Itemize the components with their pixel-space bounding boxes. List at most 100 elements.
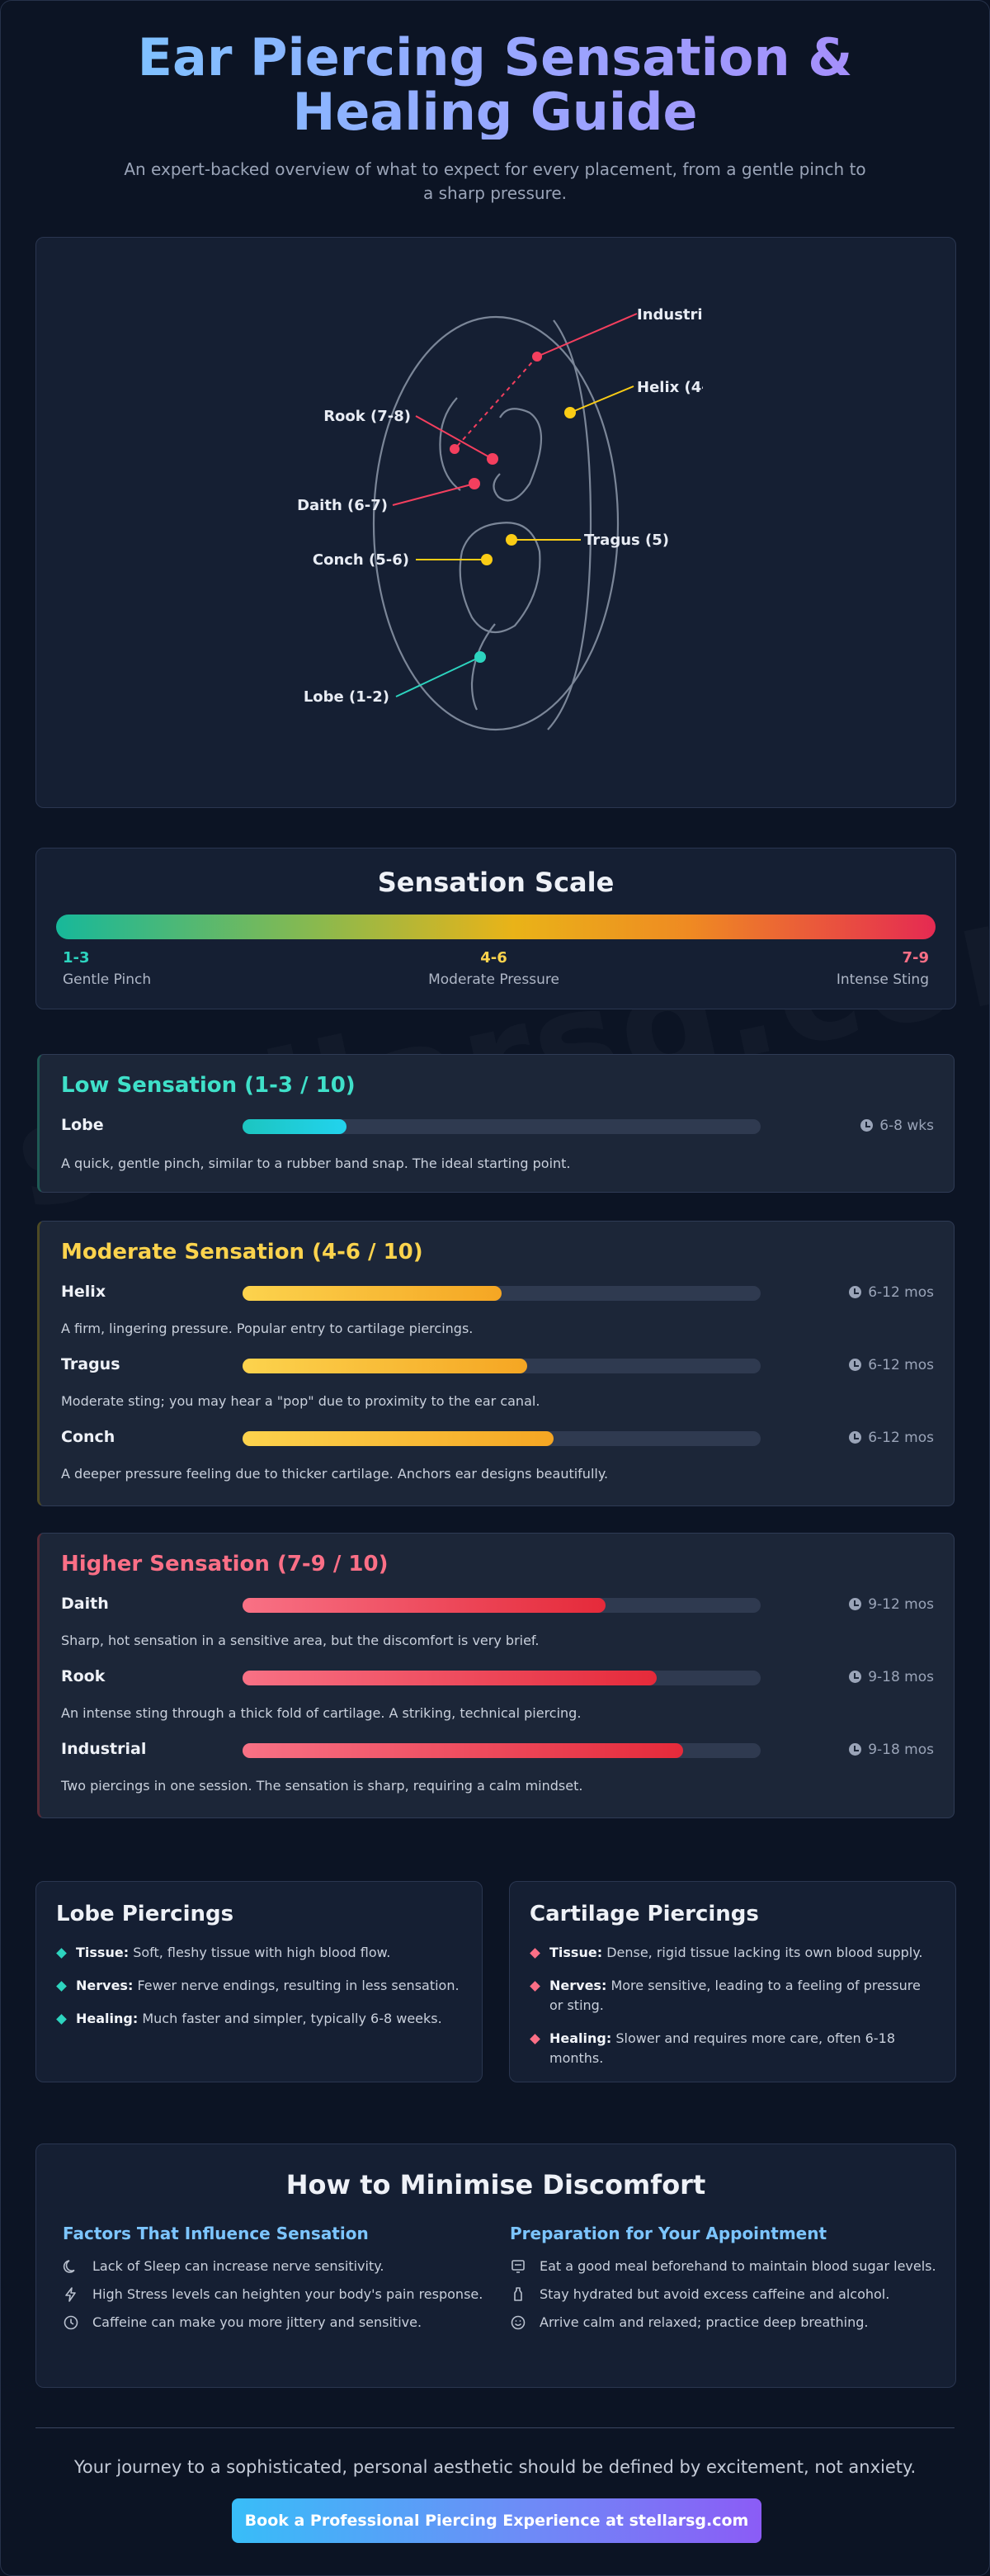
healing-time: 9-12 mos [849,1596,934,1613]
prep-column: Preparation for Your Appointment Eat a g… [510,2224,939,2341]
lobe-piercings-title: Lobe Piercings [56,1902,234,1926]
scale-high-range: 7-9 [902,949,929,967]
piercing-name: Daith [61,1595,109,1613]
prep-item: Arrive calm and relaxed; practice deep b… [510,2313,939,2333]
piercing-row-conch: Conch 6-12 mos [61,1425,934,1449]
scale-low-range: 1-3 [63,949,90,967]
sensation-fill [243,1743,683,1758]
point-key: Tissue: [549,1945,603,1960]
scale-mid-range: 4-6 [480,949,507,967]
point-text: Fewer nerve endings, resulting in less s… [137,1978,460,1993]
point-text: Much faster and simpler, typically 6-8 w… [142,2011,442,2026]
clock-icon [849,1431,862,1444]
piercing-row-lobe: Lobe 6-8 wks [61,1113,934,1137]
diamond-icon [56,1981,67,1992]
footer-divider [35,2427,955,2428]
factor-item: Caffeine can make you more jittery and s… [63,2313,492,2333]
scale-high-label: Intense Sting [836,971,929,988]
page-subtitle: An expert-backed overview of what to exp… [124,159,866,203]
prep-item: Eat a good meal beforehand to maintain b… [510,2257,939,2276]
piercing-desc: An intense sting through a thick fold of… [61,1705,582,1721]
healing-time-value: 6-12 mos [868,1430,934,1446]
factors-heading: Factors That Influence Sensation [63,2224,369,2243]
scale-marks: 1-3 Gentle Pinch 4-6 Moderate Pressure 7… [63,949,929,988]
healing-time: 6-8 wks [860,1118,934,1134]
piercing-row-tragus: Tragus 6-12 mos [61,1352,934,1377]
point-text: Soft, fleshy tissue with high blood flow… [133,1945,391,1960]
ear-outline [372,315,620,731]
factor-item: Lack of Sleep can increase nerve sensiti… [63,2257,492,2276]
diamond-icon [56,2014,67,2025]
label-conch: Conch (5-6) [313,551,409,569]
ear-diagram-card: Industri Helix (4- Rook (7-8) Daith (6-7… [35,237,956,808]
list-item: Healing: Slower and requires more care, … [530,2029,937,2068]
diamond-icon [56,1948,67,1959]
clock-icon [860,1119,874,1132]
diamond-icon [530,1981,540,1992]
label-lobe: Lobe (1-2) [304,688,389,706]
healing-time-value: 9-12 mos [868,1596,934,1613]
diamond-icon [530,1948,540,1959]
list-item: Healing: Much faster and simpler, typica… [56,2009,464,2029]
ear-diagram: Industri Helix (4- Rook (7-8) Daith (6-7… [297,306,703,731]
healing-time: 9-18 mos [849,1669,934,1685]
point-key: Healing: [76,2011,139,2026]
book-piercing-button[interactable]: Book a Professional Piercing Experience … [232,2498,761,2543]
piercing-name: Lobe [61,1116,104,1134]
page-title: Ear Piercing Sensation & Healing Guide [82,31,908,139]
factor-item: High Stress levels can heighten your bod… [63,2285,492,2304]
point-key: Nerves: [549,1978,607,1993]
low-sensation-group: Low Sensation (1-3 / 10) Lobe 6-8 wks A … [37,1054,955,1193]
scale-mark-high: 7-9 Intense Sting [837,949,929,988]
sensation-track [243,1671,761,1685]
list-item: Nerves: More sensitive, leading to a fee… [530,1976,937,2016]
point-key: Nerves: [76,1978,134,1993]
prep-heading: Preparation for Your Appointment [510,2224,827,2243]
piercing-desc: A firm, lingering pressure. Popular entr… [61,1321,474,1336]
list-item: Tissue: Soft, fleshy tissue with high bl… [56,1943,464,1963]
scale-mark-mid: 4-6 Moderate Pressure [428,949,559,988]
sensation-fill [243,1431,554,1446]
piercing-desc: Moderate sting; you may hear a "pop" due… [61,1393,540,1409]
diamond-icon [530,2034,540,2044]
piercing-row-industrial: Industrial 9-18 mos [61,1737,934,1761]
piercing-desc: A quick, gentle pinch, similar to a rubb… [61,1156,571,1171]
label-daith: Daith (6-7) [297,497,388,514]
point-text: Dense, rigid tissue lacking its own bloo… [606,1945,923,1960]
piercing-name: Tragus [61,1355,120,1373]
scale-mid-label: Moderate Pressure [428,971,559,988]
point-key: Healing: [549,2030,612,2046]
clock-icon [849,1286,862,1298]
cartilage-points-list: Tissue: Dense, rigid tissue lacking its … [530,1943,937,2082]
minimise-discomfort-card: How to Minimise Discomfort Factors That … [35,2144,956,2388]
prep-text: Eat a good meal beforehand to maintain b… [540,2258,936,2274]
sensation-track [243,1431,761,1446]
label-industrial: Industri [637,306,703,324]
sensation-fill [243,1598,606,1613]
moderate-sensation-title: Moderate Sensation (4-6 / 10) [61,1240,423,1264]
healing-time: 6-12 mos [849,1284,934,1301]
factor-text: Caffeine can make you more jittery and s… [92,2314,422,2330]
low-sensation-title: Low Sensation (1-3 / 10) [61,1073,356,1098]
clock-icon [849,1598,862,1610]
lobe-piercings-card: Lobe Piercings Tissue: Soft, fleshy tiss… [35,1881,483,2082]
sensation-track [243,1359,761,1373]
piercing-desc: Two piercings in one session. The sensat… [61,1778,583,1794]
clock-icon [849,1743,862,1756]
conch-marker [416,554,493,565]
healing-time: 6-12 mos [849,1430,934,1446]
scale-gradient-bar [56,915,936,939]
healing-time-value: 6-8 wks [879,1118,934,1134]
piercing-row-daith: Daith 9-12 mos [61,1591,934,1616]
piercing-name: Rook [61,1667,106,1685]
sensation-fill [243,1359,528,1373]
sensation-fill [243,1119,346,1134]
piercing-row-rook: Rook 9-18 mos [61,1664,934,1689]
prep-text: Arrive calm and relaxed; practice deep b… [540,2314,869,2330]
rook-marker [415,415,498,465]
scale-low-label: Gentle Pinch [63,971,152,988]
factors-column: Factors That Influence Sensation Lack of… [63,2224,492,2341]
list-item: Tissue: Dense, rigid tissue lacking its … [530,1943,937,1963]
cartilage-piercings-card: Cartilage Piercings Tissue: Dense, rigid… [509,1881,956,2082]
clock-icon [64,2315,78,2330]
